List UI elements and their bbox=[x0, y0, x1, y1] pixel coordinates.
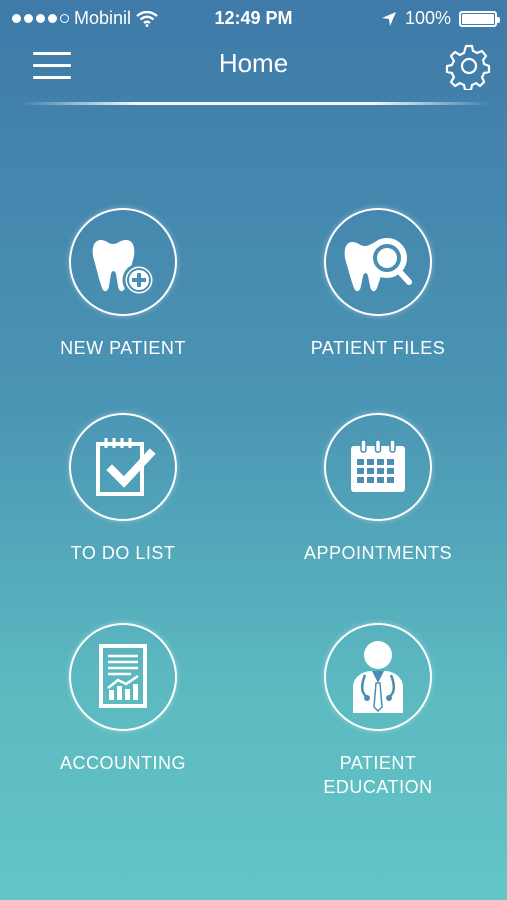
checklist-icon bbox=[96, 438, 156, 496]
battery-icon bbox=[459, 10, 500, 27]
home-screen: Mobinil 12:49 PM 100% Home NEW PATIENT P… bbox=[0, 0, 507, 900]
tooth-magnifier-icon bbox=[344, 238, 412, 292]
todo-list-circle[interactable] bbox=[69, 413, 177, 521]
new-patient-label: NEW PATIENT bbox=[60, 338, 186, 358]
accounting-label: ACCOUNTING bbox=[60, 753, 186, 773]
doctor-icon bbox=[353, 641, 403, 713]
calendar-icon bbox=[351, 439, 405, 492]
patient-education-button[interactable]: PATIENT EDUCATION bbox=[278, 623, 478, 799]
appointments-circle[interactable] bbox=[324, 413, 432, 521]
patient-education-label-line1: PATIENT bbox=[339, 753, 417, 773]
new-patient-button[interactable]: NEW PATIENT bbox=[23, 208, 223, 360]
status-right: 100% bbox=[381, 8, 500, 29]
status-bar: Mobinil 12:49 PM 100% bbox=[0, 0, 507, 34]
header-divider bbox=[20, 102, 490, 105]
todo-list-label: TO DO LIST bbox=[70, 543, 176, 563]
patient-education-label-line2: EDUCATION bbox=[323, 777, 433, 797]
battery-percent: 100% bbox=[404, 8, 451, 28]
accounting-button[interactable]: ACCOUNTING bbox=[23, 623, 223, 775]
accounting-circle[interactable] bbox=[69, 623, 177, 731]
patient-education-label: PATIENT EDUCATION bbox=[278, 751, 478, 799]
battery-fill bbox=[462, 13, 494, 24]
appointments-button[interactable]: APPOINTMENTS bbox=[278, 413, 478, 565]
todo-list-button[interactable]: TO DO LIST bbox=[23, 413, 223, 565]
page-title: Home bbox=[218, 48, 289, 78]
patient-files-button[interactable]: PATIENT FILES bbox=[278, 208, 478, 360]
patient-education-circle[interactable] bbox=[324, 623, 432, 731]
report-chart-icon bbox=[99, 644, 147, 708]
new-patient-circle[interactable] bbox=[69, 208, 177, 316]
tooth-plus-icon bbox=[92, 240, 156, 297]
location-arrow-icon bbox=[381, 11, 396, 26]
appointments-label: APPOINTMENTS bbox=[303, 543, 452, 563]
patient-files-circle[interactable] bbox=[324, 208, 432, 316]
patient-files-label: PATIENT FILES bbox=[310, 338, 446, 358]
nav-bar: Home bbox=[0, 34, 507, 104]
gear-icon[interactable] bbox=[445, 42, 493, 90]
